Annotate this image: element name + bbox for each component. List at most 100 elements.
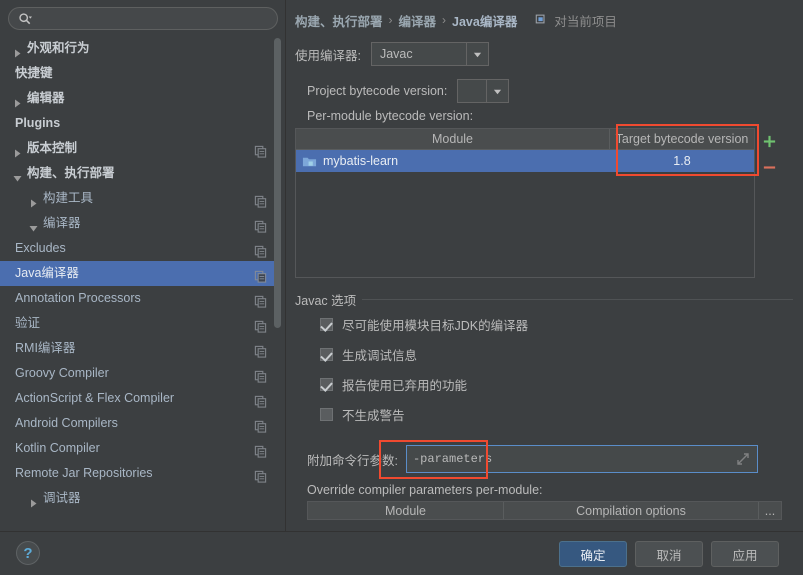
project-bytecode-dropdown[interactable] xyxy=(457,79,510,103)
breadcrumb: 构建、执行部署 › 编译器 › Java编译器 对当前项目 xyxy=(295,11,617,29)
sidebar-item-groovy-compiler[interactable]: Groovy Compiler xyxy=(0,361,278,386)
copy-settings-icon[interactable] xyxy=(254,142,268,158)
breadcrumb-item-3: Java编译器 xyxy=(452,14,518,29)
sidebar-item-kotlin-compiler[interactable]: Kotlin Compiler xyxy=(0,436,278,461)
sidebar-item-[interactable]: 版本控制 xyxy=(0,136,278,161)
override-compiler-parameters-table[interactable]: Module Compilation options ... xyxy=(307,501,782,520)
breadcrumb-item-2[interactable]: 编译器 xyxy=(399,11,437,30)
settings-dialog: 外观和行为 快捷键 编辑器 Plugins 版本控制 构建、执行部署 构建工具 编译器 Excl… xyxy=(0,0,803,575)
sidebar-item-excludes[interactable]: Excludes xyxy=(0,236,278,261)
column-header-module[interactable]: Module xyxy=(296,129,610,149)
sidebar-item-[interactable]: 验证 xyxy=(0,311,278,336)
expand-icon[interactable] xyxy=(735,451,751,467)
use-compiler-row: 使用编译器: Javac xyxy=(295,42,489,66)
params-field-wrapper[interactable] xyxy=(405,445,758,473)
use-compiler-label: 使用编译器: xyxy=(295,48,361,63)
table-header-row: Module Target bytecode version xyxy=(296,129,754,150)
sidebar-item-rmi[interactable]: RMI编译器 xyxy=(0,336,278,361)
checkbox-row-no-warnings[interactable]: 不生成警告 xyxy=(320,405,405,424)
checkbox-label-generate-debug-info: 生成调试信息 xyxy=(342,349,418,363)
copy-settings-icon[interactable] xyxy=(254,292,268,308)
cell-target-bytecode-version[interactable]: 1.8 xyxy=(610,150,754,172)
table-row[interactable]: mybatis-learn 1.8 xyxy=(296,150,754,172)
use-compiler-dropdown[interactable]: Javac xyxy=(370,42,489,66)
sidebar-item-remote-jar-repositories[interactable]: Remote Jar Repositories xyxy=(0,461,278,486)
remove-module-button[interactable] xyxy=(758,154,780,180)
ok-button[interactable]: 确定 xyxy=(559,541,627,567)
copy-settings-icon[interactable] xyxy=(254,392,268,408)
copy-settings-icon[interactable] xyxy=(254,217,268,233)
search-input[interactable] xyxy=(36,8,277,29)
sidebar-item-plugins[interactable]: Plugins xyxy=(0,111,278,136)
sidebar-item-label: Remote Jar Repositories xyxy=(15,466,153,480)
cancel-button[interactable]: 取消 xyxy=(635,541,703,567)
sidebar-item-[interactable]: 外观和行为 xyxy=(0,36,278,61)
chevron-right-icon[interactable] xyxy=(12,93,23,108)
apply-button[interactable]: 应用 xyxy=(711,541,779,567)
sidebar-item-[interactable]: 快捷键 xyxy=(0,61,278,86)
sidebar-item-actionscript-flex-compiler[interactable]: ActionScript & Flex Compiler xyxy=(0,386,278,411)
copy-settings-icon[interactable] xyxy=(254,317,268,333)
sidebar-item-label: Excludes xyxy=(15,241,66,255)
help-icon[interactable]: ? xyxy=(15,540,41,566)
copy-settings-icon[interactable] xyxy=(254,267,268,283)
override-compiler-parameters-label: Override compiler parameters per-module: xyxy=(307,483,543,497)
override-column-header-compilation-options[interactable]: Compilation options xyxy=(504,502,759,519)
column-header-target-bytecode-version[interactable]: Target bytecode version xyxy=(610,129,754,149)
override-column-header-module[interactable]: Module xyxy=(308,502,504,519)
override-column-header-more[interactable]: ... xyxy=(759,502,781,519)
sidebar-item-android-compilers[interactable]: Android Compilers xyxy=(0,411,278,436)
copy-settings-icon[interactable] xyxy=(254,367,268,383)
sidebar-item-[interactable]: 构建工具 xyxy=(0,186,278,211)
checkbox-label-report-deprecated: 报告使用已弃用的功能 xyxy=(342,379,468,393)
per-module-bytecode-label: Per-module bytecode version: xyxy=(307,109,474,123)
checkbox-label-no-warnings: 不生成警告 xyxy=(342,409,405,423)
sidebar-item-label: 外观和行为 xyxy=(27,41,90,55)
add-module-button[interactable] xyxy=(758,128,780,154)
sidebar-item-[interactable]: 构建、执行部署 xyxy=(0,161,278,186)
javac-group-title: Javac 选项 xyxy=(295,293,357,308)
chevron-down-icon[interactable] xyxy=(12,168,23,182)
sidebar-item-[interactable]: 编译器 xyxy=(0,211,278,236)
params-label: 附加命令行参数: xyxy=(307,453,398,468)
params-input[interactable] xyxy=(412,446,735,472)
copy-settings-icon[interactable] xyxy=(254,467,268,483)
chevron-down-icon[interactable] xyxy=(486,80,508,102)
checkbox-use-target-jdk-compiler[interactable] xyxy=(320,318,333,331)
copy-settings-icon[interactable] xyxy=(254,242,268,258)
copy-settings-icon[interactable] xyxy=(254,417,268,433)
dialog-footer: ? 确定 取消 应用 @51CTO博客 xyxy=(0,531,803,575)
chevron-right-icon[interactable] xyxy=(28,493,39,508)
chevron-down-icon[interactable] xyxy=(28,218,39,232)
sidebar-item-java[interactable]: Java编译器 xyxy=(0,261,278,286)
breadcrumb-item-1[interactable]: 构建、执行部署 xyxy=(295,11,383,30)
settings-tree[interactable]: 外观和行为快捷键编辑器 Plugins 版本控制 构建、执行部署构建工具编译器 Excl… xyxy=(0,36,278,531)
settings-main-panel: 构建、执行部署 › 编译器 › Java编译器 对当前项目 使用编译器: Jav… xyxy=(287,0,803,531)
chevron-down-icon[interactable] xyxy=(465,43,488,65)
copy-settings-icon[interactable] xyxy=(254,342,268,358)
checkbox-no-warnings[interactable] xyxy=(320,408,333,421)
sidebar-item-label: 编辑器 xyxy=(27,91,65,105)
search-box[interactable] xyxy=(8,7,278,30)
sidebar-item-annotation-processors[interactable]: Annotation Processors xyxy=(0,286,278,311)
checkbox-label-use-target-jdk-compiler: 尽可能使用模块目标JDK的编译器 xyxy=(342,319,529,333)
checkbox-row-use-target-jdk-compiler[interactable]: 尽可能使用模块目标JDK的编译器 xyxy=(320,315,528,334)
sidebar-item-label: 构建工具 xyxy=(43,191,94,205)
search-field-wrapper xyxy=(8,7,278,30)
sidebar-scrollbar[interactable] xyxy=(274,38,281,483)
sidebar-scrollbar-thumb[interactable] xyxy=(274,38,281,328)
chevron-right-icon[interactable] xyxy=(12,43,23,58)
copy-settings-icon[interactable] xyxy=(254,442,268,458)
checkbox-row-generate-debug-info[interactable]: 生成调试信息 xyxy=(320,345,417,364)
checkbox-generate-debug-info[interactable] xyxy=(320,348,333,361)
checkbox-row-report-deprecated[interactable]: 报告使用已弃用的功能 xyxy=(320,375,467,394)
checkbox-report-deprecated[interactable] xyxy=(320,378,333,391)
chevron-right-icon[interactable] xyxy=(28,193,39,208)
copy-settings-icon[interactable] xyxy=(254,192,268,208)
chevron-right-icon[interactable] xyxy=(12,143,23,158)
sidebar-item-label: Annotation Processors xyxy=(15,291,141,305)
sidebar-item-[interactable]: 编辑器 xyxy=(0,86,278,111)
cell-module[interactable]: mybatis-learn xyxy=(296,150,610,172)
sidebar-item-[interactable]: 调试器 xyxy=(0,486,278,511)
per-module-bytecode-table[interactable]: Module Target bytecode version mybatis-l… xyxy=(295,128,755,278)
